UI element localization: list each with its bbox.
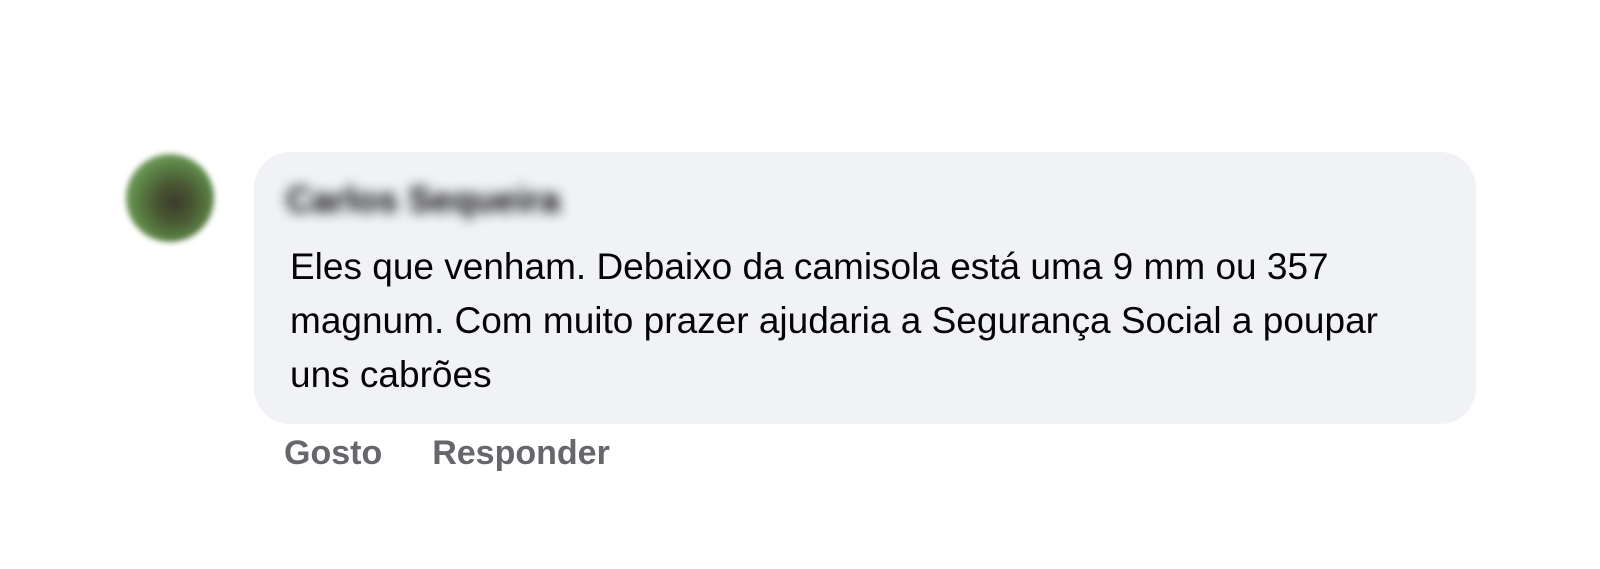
- comment-text: Eles que venham. Debaixo da camisola est…: [290, 246, 1378, 395]
- avatar[interactable]: [126, 154, 214, 242]
- comment-author[interactable]: Carlos Sequeira: [286, 174, 560, 226]
- like-button[interactable]: Gosto: [284, 434, 382, 473]
- comment-actions: Gosto Responder: [284, 434, 610, 473]
- comment-bubble: Carlos Sequeira Eles que venham. Debaixo…: [254, 152, 1476, 424]
- reply-button[interactable]: Responder: [432, 434, 610, 473]
